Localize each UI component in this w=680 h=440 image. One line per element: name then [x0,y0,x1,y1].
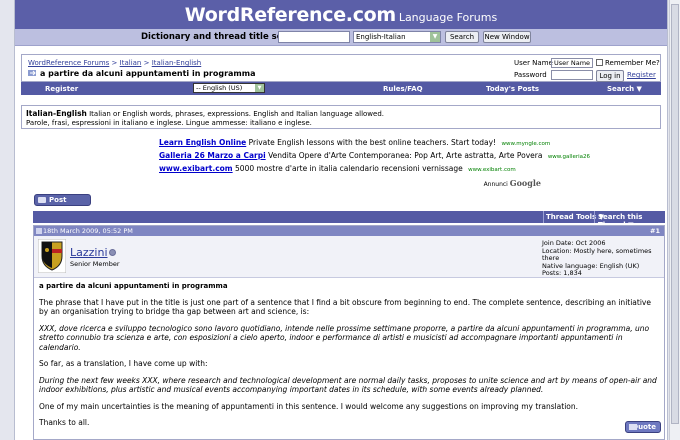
ad-title[interactable]: www.exibart.com [159,164,233,173]
thread-tools-menu[interactable]: Thread Tools ▼ [546,213,604,221]
post-header: 18th March 2009, 05:52 PM #1 [34,226,664,236]
page-scrollbar[interactable] [669,0,680,440]
ads-by-label: Annunci [483,181,508,188]
navigation-bar: Register -- English (US) ▼ Rules/FAQ Tod… [21,82,661,95]
nav-search[interactable]: Search ▼ [607,85,642,93]
username-link[interactable]: Lazzini [70,246,108,259]
thread-toolbar: Thread Tools ▼ Search this Thread ▼ [33,211,665,229]
remember-me-checkbox[interactable] [596,59,603,66]
post: 18th March 2009, 05:52 PM #1 Lazzini Sen… [33,225,665,440]
site-subtitle: Language Forums [398,11,498,24]
ad-url[interactable]: www.exibart.com [468,167,516,173]
chevron-down-icon: ▼ [430,32,440,42]
forum-name: Italian-English [26,109,87,118]
post-title: a partire da alcuni appuntamenti in prog… [39,282,228,290]
new-window-button[interactable]: New Window [483,31,531,43]
post-date: 18th March 2009, 05:52 PM [43,227,133,235]
ad-url[interactable]: www.galleria26 [548,154,590,160]
post-translation: During the next few weeks XXX, where res… [39,375,657,395]
register-link[interactable]: Register [627,71,656,79]
login-button[interactable]: Log in [596,70,624,82]
reply-icon [38,197,46,203]
dictionary-select[interactable]: English-Italian ▼ [353,31,441,43]
search-input[interactable] [278,31,350,43]
online-status-icon [109,249,116,256]
ads-by-google[interactable]: Annunci Google [484,178,541,188]
post-paragraph: So far, as a translation, I have come up… [39,359,208,368]
password-label: Password [514,71,547,79]
ad-url[interactable]: www.myngle.com [501,141,550,147]
toolbar-divider [594,211,595,223]
ad-item: www.exibart.com 5000 mostre d'arte in it… [159,164,516,173]
forum-description-it: Parole, frasi, espressioni in italiano e… [26,119,312,127]
ad-item: Learn English Online Private English les… [159,138,550,147]
breadcrumb: WordReference Forums > Italian > Italian… [28,59,201,67]
browser-viewport: WordReference.com Language Forums Dictio… [0,0,680,440]
quote-icon [629,424,637,430]
post-user-info: Lazzini Senior Member Join Date: Oct 200… [34,236,664,278]
forum-page: WordReference.com Language Forums Dictio… [14,0,668,440]
breadcrumb-italian-english[interactable]: Italian-English [152,59,202,67]
chevron-down-icon: ▼ [255,84,264,92]
google-logo: Google [509,178,541,188]
breadcrumb-home[interactable]: WordReference Forums [28,59,109,67]
site-logo[interactable]: WordReference.com [185,4,396,26]
post-number[interactable]: #1 [650,226,660,236]
scrollbar-thumb[interactable] [671,4,679,424]
post-reply-button[interactable]: Post Reply [34,194,91,214]
username-input[interactable]: User Name [551,58,593,68]
search-button[interactable]: Search [445,31,479,43]
dictionary-select-value: English-Italian [356,33,406,41]
post-paragraph: The phrase that I have put in the title … [39,297,651,317]
ad-text: Vendita Opere d'Arte Contemporanea: Pop … [268,151,543,160]
avatar[interactable] [38,239,66,273]
post-quoted-italian: XXX, dove ricerca e sviluppo tecnologico… [39,323,650,352]
breadcrumb-italian[interactable]: Italian [120,59,142,67]
login-form: User Name User Name Remember Me? Passwor… [514,58,662,82]
ad-title[interactable]: Galleria 26 Marzo a Carpi [159,151,266,160]
site-banner: WordReference.com Language Forums [15,0,667,29]
remember-me-label: Remember Me? [605,59,660,67]
nav-rules-faq[interactable]: Rules/FAQ [383,85,423,93]
user-details: Join Date: Oct 2006 Location: Mostly her… [542,239,664,278]
post-status-icon [36,228,42,234]
password-input[interactable] [551,70,593,80]
nav-register[interactable]: Register [45,85,78,93]
ad-text: Private English lessons with the best on… [248,138,497,147]
ad-title[interactable]: Learn English Online [159,138,246,147]
forum-description: Italian-English Italian or English words… [21,105,661,129]
location: Location: Mostly here, sometimes there [542,246,652,262]
post-paragraph: One of my main uncertainties is the mean… [39,401,579,411]
breadcrumb-separator: > [111,59,118,67]
nav-todays-posts[interactable]: Today's Posts [486,85,539,93]
toolbar-divider [543,211,544,223]
breadcrumb-box: WordReference Forums > Italian > Italian… [21,54,661,82]
username-label: User Name [514,59,553,67]
ad-text: 5000 mostre d'arte in italia calendario … [235,164,463,173]
language-select-value: -- English (US) [196,84,243,92]
breadcrumb-separator: > [143,59,150,67]
post-count: Posts: 1,834 [542,269,582,277]
quote-button[interactable]: Quote [625,421,661,433]
language-select[interactable]: -- English (US) ▼ [193,83,265,93]
post-paragraph: Thanks to all. [39,418,90,427]
post-body: a partire da alcuni appuntamenti in prog… [39,282,661,435]
google-ads: Learn English Online Private English les… [153,136,590,188]
forum-description-en: Italian or English words, phrases, expre… [89,110,385,118]
user-title: Senior Member [70,260,120,268]
dictionary-search-bar: Dictionary and thread title search: Engl… [15,29,667,46]
thread-title: a partire da alcuni appuntamenti in prog… [40,69,256,78]
thread-arrow-icon [28,70,36,76]
ad-item: Galleria 26 Marzo a Carpi Vendita Opere … [159,151,590,160]
